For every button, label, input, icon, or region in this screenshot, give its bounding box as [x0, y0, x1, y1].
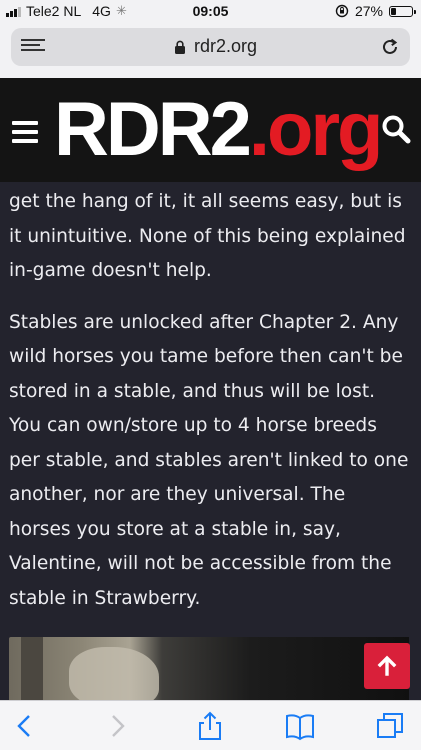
image-wall-shape	[21, 637, 43, 700]
status-bar: Tele2 NL 4G ✳ 09:05 27%	[0, 0, 421, 22]
logo-main: RDR2	[54, 87, 252, 172]
browser-address-bar: rdr2.org	[0, 22, 421, 78]
back-chevron-icon[interactable]	[10, 711, 40, 741]
url-field[interactable]: rdr2.org	[11, 28, 410, 66]
battery-percentage: 27%	[354, 3, 383, 19]
share-icon[interactable]	[195, 711, 225, 741]
tabs-icon[interactable]	[375, 711, 405, 741]
logo-tld: org	[267, 87, 383, 172]
orientation-lock-icon	[335, 4, 349, 18]
status-right: 27%	[335, 3, 416, 19]
search-icon[interactable]	[381, 114, 411, 144]
article-image	[9, 637, 409, 700]
hamburger-icon[interactable]	[12, 121, 38, 143]
logo-dot: .	[248, 87, 270, 172]
site-header: RDR2. org	[0, 78, 421, 182]
browser-toolbar	[0, 700, 421, 750]
article-paragraph: get the hang of it, it all seems easy, b…	[9, 191, 406, 281]
article-paragraph: Stables are unlocked after Chapter 2. An…	[9, 311, 409, 609]
scroll-to-top-button[interactable]	[364, 643, 410, 689]
lock-icon	[175, 40, 185, 54]
site-logo[interactable]: RDR2. org	[54, 87, 383, 172]
reader-view-icon[interactable]	[21, 39, 45, 55]
image-rock-shape	[69, 647, 159, 700]
arrow-up-icon	[377, 655, 397, 676]
reload-icon[interactable]	[380, 37, 400, 57]
battery-icon	[389, 5, 416, 17]
url-text[interactable]: rdr2.org	[194, 36, 257, 57]
forward-chevron-icon[interactable]	[102, 711, 132, 741]
bookmarks-icon[interactable]	[285, 711, 315, 741]
article-content: get the hang of it, it all seems easy, b…	[9, 182, 409, 700]
